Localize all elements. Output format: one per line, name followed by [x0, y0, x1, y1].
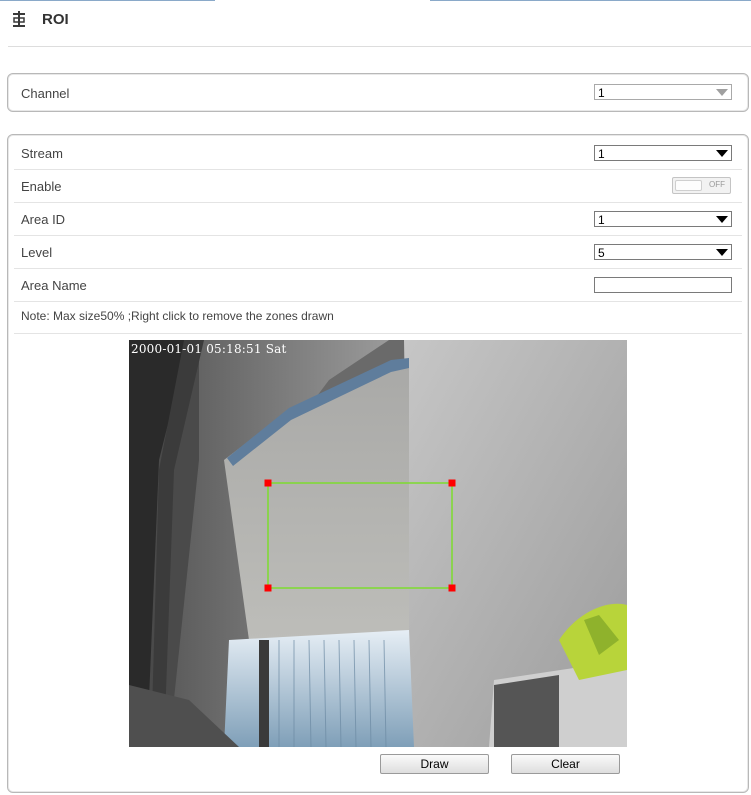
area-name-row: Area Name: [14, 269, 742, 302]
page-title: ROI: [42, 11, 69, 28]
note-text: Note: Max size50% ;Right click to remove…: [21, 309, 334, 323]
chevron-down-icon: [716, 249, 728, 256]
header-divider: [8, 46, 751, 47]
channel-select-value: 1: [598, 86, 605, 100]
roi-area-box: [267, 482, 453, 589]
stream-row: Stream 1: [14, 137, 742, 170]
roi-handle-bottom-right: [448, 584, 456, 592]
roi-handle-top-right: [448, 479, 456, 487]
channel-label: Channel: [21, 86, 70, 101]
video-preview[interactable]: 2000-01-01 05:18:51 Sat: [129, 340, 627, 747]
level-select[interactable]: 5: [594, 244, 732, 260]
roi-area-overlay[interactable]: [129, 340, 627, 747]
note-divider: [14, 333, 742, 334]
roi-settings-panel: Stream 1 Enable OFF Area ID 1 Level 5 Ar…: [7, 134, 749, 793]
channel-row: Channel 1: [14, 76, 742, 108]
stream-label: Stream: [21, 146, 63, 161]
toggle-knob: [675, 180, 702, 191]
channel-panel: Channel 1: [7, 73, 749, 112]
area-id-select-value: 1: [598, 213, 605, 227]
level-row: Level 5: [14, 236, 742, 269]
chevron-down-icon: [716, 216, 728, 223]
channel-select[interactable]: 1: [594, 84, 732, 100]
level-select-value: 5: [598, 246, 605, 260]
area-id-row: Area ID 1: [14, 203, 742, 236]
roi-handle-top-left: [264, 479, 272, 487]
draw-button[interactable]: Draw: [380, 754, 489, 774]
area-id-label: Area ID: [21, 212, 66, 227]
enable-row: Enable OFF: [14, 170, 742, 203]
enable-label: Enable: [21, 179, 62, 194]
stream-select-value: 1: [598, 147, 605, 161]
area-name-label: Area Name: [21, 278, 87, 293]
stream-select[interactable]: 1: [594, 145, 732, 161]
roi-handle-bottom-left: [264, 584, 272, 592]
level-label: Level: [21, 245, 53, 260]
toggle-state-text: OFF: [709, 180, 725, 189]
clear-button[interactable]: Clear: [511, 754, 620, 774]
chevron-down-icon: [716, 89, 728, 96]
area-id-select[interactable]: 1: [594, 211, 732, 227]
chevron-down-icon: [716, 150, 728, 157]
roi-settings-icon: [13, 11, 25, 27]
enable-toggle[interactable]: OFF: [672, 177, 731, 194]
page-header: ROI: [0, 0, 751, 48]
area-name-input[interactable]: [594, 277, 732, 293]
